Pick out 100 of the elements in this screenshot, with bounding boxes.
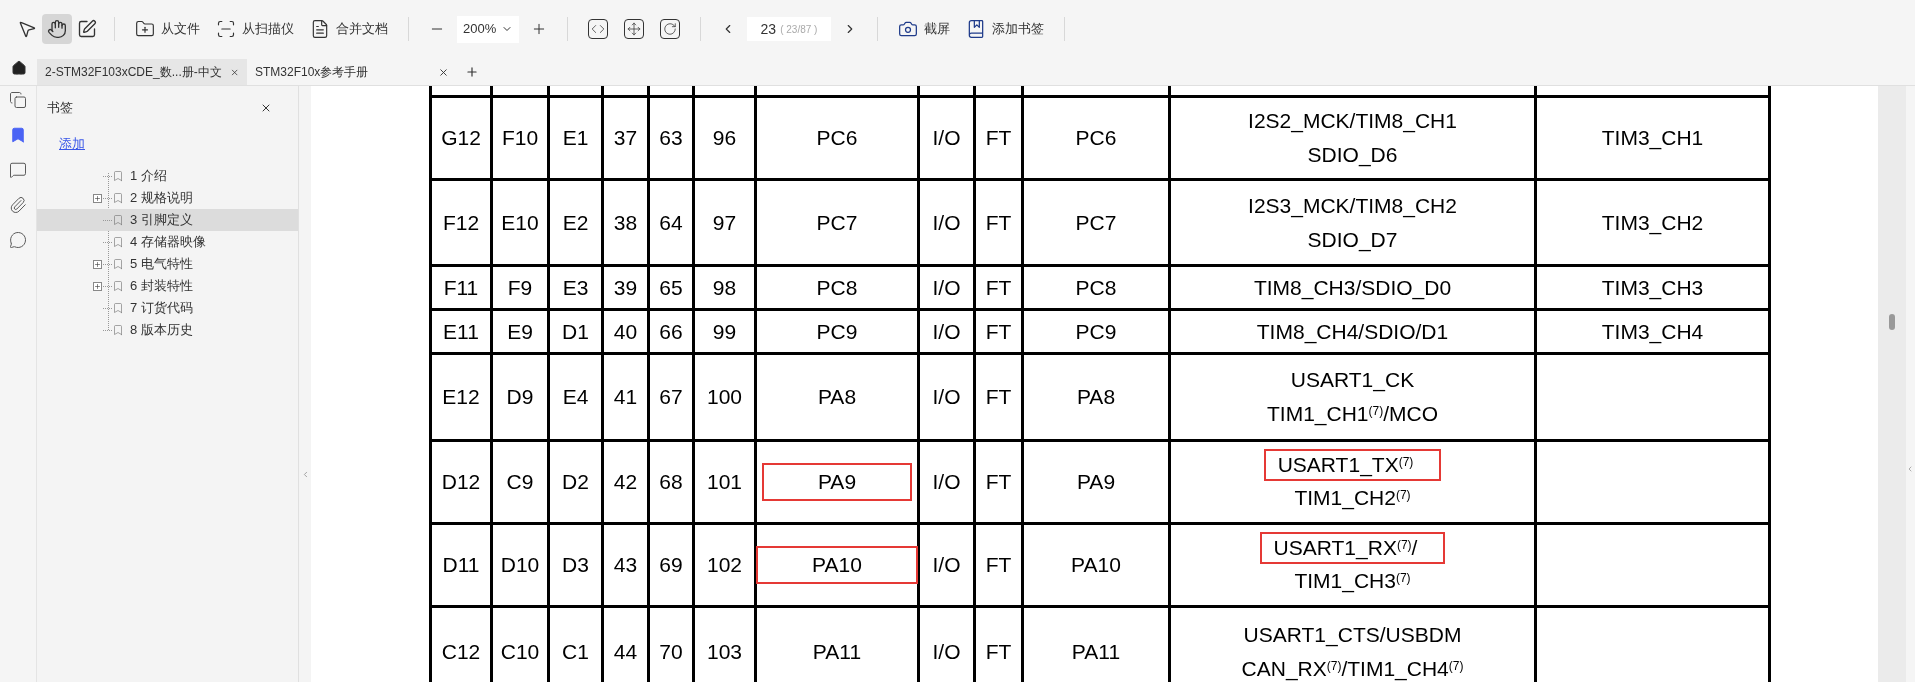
cell-text: 100 xyxy=(705,384,743,410)
cell-text: D2 xyxy=(561,469,590,495)
cell-text: F11 xyxy=(442,274,480,301)
rotate-icon[interactable] xyxy=(660,19,680,39)
comment-icon[interactable] xyxy=(9,161,27,179)
home-icon[interactable] xyxy=(10,59,27,76)
cell-text: I/O xyxy=(931,209,962,236)
folder-plus-icon xyxy=(135,19,155,39)
cell-text: PC7 xyxy=(1074,209,1118,236)
merge-documents-button[interactable]: 合并文档 xyxy=(302,14,396,44)
hand-tool-button[interactable] xyxy=(42,14,72,44)
cell-text: FT xyxy=(984,552,1013,578)
cell-text: PA10 xyxy=(1070,552,1122,578)
bookmark-item[interactable]: 8 版本历史 xyxy=(37,319,298,341)
cell-text: 65 xyxy=(658,274,684,301)
bookmark-item[interactable]: 2 规格说明 xyxy=(37,187,298,209)
camera-icon xyxy=(898,19,918,39)
bookmark-item[interactable]: 1 介绍 xyxy=(37,165,298,187)
cell-text: I/O xyxy=(931,552,962,578)
document-icon xyxy=(310,19,330,39)
cell-text: PC7 xyxy=(815,209,859,236)
cell-text: 101 xyxy=(705,469,743,495)
collapse-handle-icon[interactable] xyxy=(1906,465,1914,473)
cell-text: 103 xyxy=(705,638,743,665)
cell-text: G12 xyxy=(440,125,482,151)
paperclip-icon[interactable] xyxy=(9,196,27,214)
bookmark-icon[interactable] xyxy=(9,126,27,144)
cell-text: USART1_TX$^{(7)}$ xyxy=(1263,449,1442,481)
select-tool-icon xyxy=(17,19,37,39)
cell-text: 37 xyxy=(612,125,639,151)
scrollbar-thumb[interactable] xyxy=(1889,314,1895,330)
cell-text: D9 xyxy=(505,384,535,410)
bookmark-item[interactable]: 4 存储器映像 xyxy=(37,231,298,253)
cell-text: PA11 xyxy=(1070,638,1122,665)
add-bookmark-link[interactable]: 添加 xyxy=(59,133,85,153)
cell-text: PA8 xyxy=(816,384,858,410)
cell-text: FT xyxy=(984,318,1013,345)
cell-text: D1 xyxy=(561,318,590,345)
zoom-dropdown[interactable]: 200% xyxy=(457,15,519,43)
cell-text: USART1_CTS/USBDM xyxy=(1242,621,1463,649)
edit-tool-icon xyxy=(77,19,97,39)
hand-tool-icon xyxy=(47,19,67,39)
from-scanner-button[interactable]: 从扫描仪 xyxy=(208,14,302,44)
add-bookmark-button[interactable]: 添加书签 xyxy=(958,14,1052,44)
cell-text: PC8 xyxy=(815,274,859,301)
cell-text: TIM8_CH3/SDIO_D0 xyxy=(1252,274,1453,302)
cell-text: 66 xyxy=(658,318,684,345)
zoom-in-icon[interactable] xyxy=(531,21,547,37)
cell-text: 42 xyxy=(612,469,639,495)
from-file-button[interactable]: 从文件 xyxy=(127,14,208,44)
panel-title: 书签 xyxy=(47,99,73,117)
bookmark-item[interactable]: 7 订货代码 xyxy=(37,297,298,319)
bookmark-item[interactable]: 6 封装特性 xyxy=(37,275,298,297)
cell-text: TIM8_CH4/SDIO/D1 xyxy=(1255,318,1450,346)
expand-icon[interactable] xyxy=(93,281,102,291)
cell-text: PC6 xyxy=(1074,125,1118,151)
cell-text: D11 xyxy=(441,552,481,578)
cell-text: TIM1_CH1$^{(7)}$/MCO xyxy=(1266,401,1439,428)
cell-text: TIM1_CH3$^{(7)}$ xyxy=(1293,568,1412,595)
cell-text: TIM3_CH3 xyxy=(1600,274,1705,302)
bookmark-item[interactable]: 5 电气特性 xyxy=(37,253,298,275)
cell-text: 41 xyxy=(612,384,639,410)
screenshot-button[interactable]: 截屏 xyxy=(890,14,958,44)
cell-text: FT xyxy=(984,209,1013,236)
cell-text: FT xyxy=(984,469,1013,495)
cell-text: D12 xyxy=(440,469,482,495)
document-tab[interactable]: 2-STM32F103xCDE_数...册-中文 xyxy=(37,59,247,85)
pages-icon[interactable] xyxy=(9,91,27,109)
cell-text: 69 xyxy=(658,552,684,578)
bookmark-outline-icon xyxy=(112,214,124,226)
expand-icon[interactable] xyxy=(93,193,102,203)
cell-text: D3 xyxy=(561,552,590,578)
cell-text: CAN_RX$^{(7)}$/TIM1_CH4$^{(7)}$ xyxy=(1240,655,1465,682)
bookmark-icon xyxy=(966,19,986,39)
bookmark-item[interactable]: 3 引脚定义 xyxy=(37,209,298,231)
new-tab-icon[interactable] xyxy=(465,65,479,79)
cell-text: PA10 xyxy=(756,546,918,584)
cell-text: C12 xyxy=(440,638,482,665)
cell-text: FT xyxy=(984,125,1013,151)
cell-text: USART1_CK xyxy=(1289,367,1416,394)
cell-text: I/O xyxy=(931,318,962,345)
cell-text: I2S2_MCK/TIM8_CH1 xyxy=(1247,108,1458,135)
page-number-field[interactable]: 23 ( 23/87 ) xyxy=(747,17,831,41)
cell-text: I/O xyxy=(931,125,962,151)
fit-width-icon[interactable] xyxy=(588,19,608,39)
cell-text: I/O xyxy=(931,274,962,301)
cell-text: E2 xyxy=(561,209,590,236)
cell-text: I/O xyxy=(931,638,962,665)
cell-text: TIM1_CH2$^{(7)}$ xyxy=(1293,485,1412,512)
cell-text: F10 xyxy=(500,125,540,151)
bookmark-outline-icon xyxy=(112,324,124,336)
close-tab-icon[interactable] xyxy=(438,66,449,78)
cell-text: D10 xyxy=(499,552,541,578)
cell-text: 97 xyxy=(711,209,738,236)
cell-text: C9 xyxy=(505,469,535,495)
cell-text: TIM3_CH1 xyxy=(1600,125,1705,152)
fit-page-icon[interactable] xyxy=(624,19,644,39)
expand-icon[interactable] xyxy=(93,259,102,269)
cell-text: PA11 xyxy=(811,638,863,665)
cell-text: 39 xyxy=(612,274,639,301)
